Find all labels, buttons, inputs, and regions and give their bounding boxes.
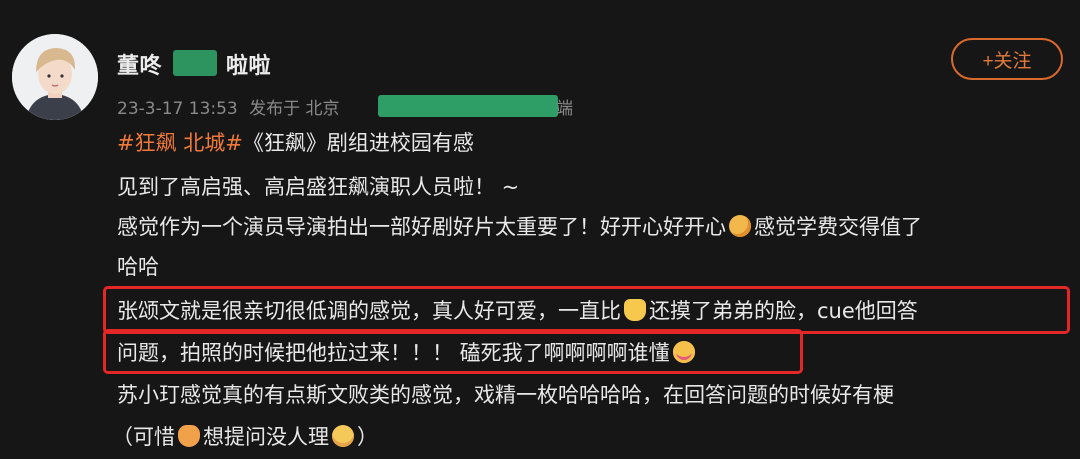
follow-button[interactable]: +关注 — [951, 38, 1063, 80]
hashtag-link[interactable]: #狂飙 北城# — [117, 131, 243, 155]
highlight-box-top — [103, 286, 1070, 334]
hugging-face-icon — [729, 215, 751, 237]
name-redaction-mark — [173, 50, 217, 76]
post-meta: 23-3-17 13:53 发布于 北京 — [117, 94, 340, 119]
post-title-text: 《狂飙》剧组进校园有感 — [242, 131, 474, 155]
source-redaction-mark — [378, 95, 558, 117]
post-line-1: #狂飙 北城#《狂飙》剧组进校园有感 — [117, 128, 474, 158]
avatar[interactable] — [12, 34, 98, 120]
post-source: 发布于 北京 — [249, 99, 340, 119]
weibo-post: 董咚 啦啦 +关注 23-3-17 13:53 发布于 北京 端 #狂飙 北城#《… — [0, 0, 1080, 459]
raising-hand-icon — [178, 425, 200, 447]
highlight-box-bottom — [103, 329, 803, 374]
post-line-4: 哈哈 — [117, 255, 159, 279]
post-line-3: 感觉作为一个演员导演拍出一部好剧好片太重要了！好开心好开心 感觉学费交得值了 — [117, 215, 922, 239]
author-name-prefix: 董咚 — [117, 54, 163, 79]
post-line-2: 见到了高启强、高启盛狂飙演职人员啦！ ~ — [117, 175, 520, 199]
pleading-face-icon — [332, 425, 354, 447]
author-name-suffix: 啦啦 — [226, 54, 272, 79]
post-line-7: 苏小玎感觉真的有点斯文败类的感觉，戏精一枚哈哈哈哈，在回答问题的时候好有梗 — [117, 383, 894, 407]
post-line-8: （可惜 想提问没人理） — [112, 425, 378, 449]
post-source-tail: 端 — [556, 99, 573, 119]
post-time: 23-3-17 13:53 — [117, 99, 238, 119]
